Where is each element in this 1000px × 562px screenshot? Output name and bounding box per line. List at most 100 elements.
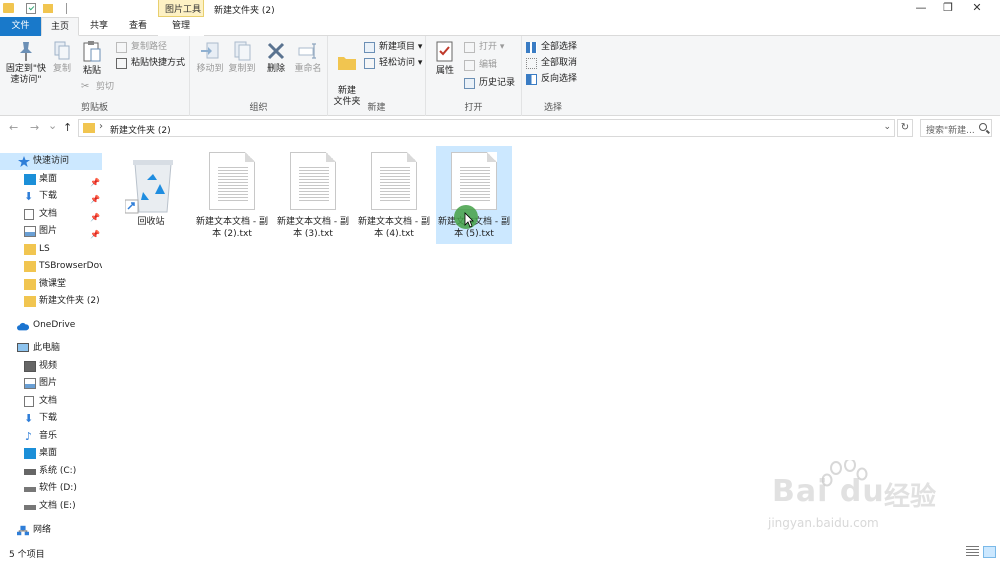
paste-shortcut-button[interactable]: 粘贴快捷方式 [116,56,185,70]
maximize-button[interactable]: ❐ [933,1,963,15]
nav-item-ls[interactable]: LS [0,241,102,258]
nav-item-videos[interactable]: 视频 [0,358,102,375]
nav-item-new-folder-2[interactable]: 新建文件夹 (2) [0,293,102,310]
chevron-down-icon[interactable]: ⌄ [883,122,891,132]
document-icon [24,396,34,407]
cut-button[interactable]: ✂ 剪切 [81,80,114,94]
pin-icon[interactable]: 📌 [90,226,100,240]
new-folder-quick-icon[interactable] [43,4,53,13]
pin-icon[interactable]: 📌 [90,209,100,223]
ribbon-tabs: 文件 主页 共享 查看 管理 ⌄ ? [0,17,1000,48]
select-group: 全部选择 全部取消 反向选择 选择 [522,36,584,116]
tab-view[interactable]: 查看 [119,17,157,36]
file-item-recycle-bin[interactable]: 回收站 [113,146,189,244]
video-icon [24,361,36,372]
search-icon [979,123,987,131]
history-button[interactable]: 历史记录 [464,76,515,90]
nav-item-downloads[interactable]: ⬇ 下载 📌 [0,188,102,205]
rename-icon [298,43,316,59]
address-bar[interactable]: › 新建文件夹 (2) ⌄ [78,119,895,137]
forward-arrow-icon[interactable]: → [30,121,39,134]
properties-quick-icon[interactable] [26,3,36,14]
properties-button[interactable]: 属性 [432,40,458,77]
nav-item-tsbrowser[interactable]: TSBrowserDov [0,258,102,275]
breadcrumb[interactable]: 新建文件夹 (2) [110,123,171,136]
text-document-icon [451,152,497,210]
nav-item-pc-downloads[interactable]: ⬇ 下载 [0,410,102,427]
nav-item-weiketang[interactable]: 微课堂 [0,276,102,293]
new-item-button[interactable]: 新建项目 ▾ [364,40,422,54]
nav-item-quick-access[interactable]: 快速访问 [0,153,102,170]
refresh-icon[interactable]: ↻ [897,119,913,137]
nav-item-drive-e[interactable]: 文档 (E:) [0,498,102,515]
folder-icon [24,261,36,272]
invert-selection-button[interactable]: 反向选择 [526,72,577,86]
file-item-txt-4[interactable]: 新建文本文档 - 副本 (4).txt [356,146,432,244]
search-input[interactable]: 搜索"新建... [920,119,992,137]
tab-home[interactable]: 主页 [41,17,79,36]
open-button[interactable]: 打开 ▾ [464,40,504,54]
easy-access-button[interactable]: 轻松访问 ▾ [364,56,422,70]
mouse-cursor-icon [464,212,474,228]
nav-item-onedrive[interactable]: OneDrive [0,317,102,334]
copy-to-button[interactable]: 复制到 [226,40,258,75]
minimize-button[interactable]: — [906,1,936,15]
paste-button[interactable]: 粘贴 [78,40,106,77]
paste-shortcut-icon [116,58,127,69]
file-item-txt-5[interactable]: 新建文本文档 - 副本 (5).txt [436,146,512,244]
nav-item-pictures[interactable]: 图片 📌 [0,223,102,240]
rename-button[interactable]: 重命名 [292,40,324,75]
tab-file[interactable]: 文件 [0,17,41,36]
pin-icon[interactable]: 📌 [90,174,100,188]
computer-icon [17,343,29,352]
recycle-bin-icon [125,160,173,214]
nav-item-pc-pictures[interactable]: 图片 [0,375,102,392]
select-none-button[interactable]: 全部取消 [526,56,577,70]
delete-button[interactable]: 删除 [262,40,290,75]
new-folder-button[interactable]: 新建 文件夹 [331,40,363,108]
close-button[interactable]: ✕ [962,1,992,15]
tab-share[interactable]: 共享 [81,17,117,36]
up-arrow-icon[interactable]: ↑ [63,121,72,134]
open-group: 属性 打开 ▾ 编辑 历史记录 打开 [426,36,522,116]
nav-item-network[interactable]: 网络 [0,522,102,539]
text-document-icon [371,152,417,210]
nav-item-pc-documents[interactable]: 文档 [0,393,102,410]
nav-item-drive-d[interactable]: 软件 (D:) [0,480,102,497]
recent-locations-icon[interactable]: ⌄ [48,119,57,132]
windows-drive-icon [24,469,36,475]
pin-icon[interactable]: 📌 [90,191,100,205]
breadcrumb-separator-icon[interactable]: › [99,121,103,132]
quick-access-separator [66,3,67,14]
copy-path-button[interactable]: 复制路径 [116,40,167,54]
organize-group: 移动到 复制到 删除 重命名 组织 [190,36,328,116]
select-all-button[interactable]: 全部选择 [526,40,577,54]
picture-icon [24,378,36,389]
pin-to-quick-access-button[interactable]: 固定到"快速访问" [4,40,48,86]
cloud-icon [17,322,29,331]
file-item-txt-3[interactable]: 新建文本文档 - 副本 (3).txt [275,146,351,244]
large-icons-view-icon[interactable] [983,546,996,558]
properties-check-icon [436,41,453,62]
nav-item-drive-c[interactable]: 系统 (C:) [0,463,102,480]
ribbon: 固定到"快速访问" 复制 粘贴 复制路径 粘贴快捷方式 ✂ 剪切 剪贴板 移动到 … [0,36,1000,116]
move-to-icon [201,42,219,59]
nav-item-pc-desktop[interactable]: 桌面 [0,445,102,462]
text-document-icon [290,152,336,210]
pin-icon [20,42,32,61]
nav-item-this-pc[interactable]: 此电脑 [0,340,102,357]
select-none-icon [526,58,537,69]
edit-button[interactable]: 编辑 [464,58,497,72]
network-icon [17,525,29,536]
folder-icon [24,296,36,307]
tab-manage[interactable]: 管理 [158,17,204,36]
file-item-txt-2[interactable]: 新建文本文档 - 副本 (2).txt [194,146,270,244]
details-view-icon[interactable] [966,546,979,558]
nav-item-documents[interactable]: 文档 📌 [0,206,102,223]
nav-item-music[interactable]: ♪ 音乐 [0,428,102,445]
nav-item-desktop[interactable]: 桌面 📌 [0,171,102,188]
copy-button[interactable]: 复制 [50,40,74,75]
copy-path-icon [116,42,127,53]
back-arrow-icon[interactable]: ← [9,121,18,134]
move-to-button[interactable]: 移动到 [194,40,226,75]
